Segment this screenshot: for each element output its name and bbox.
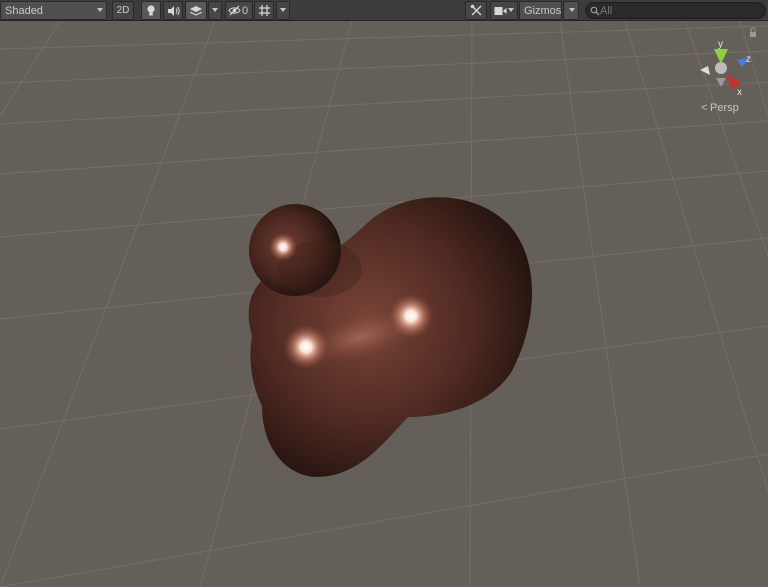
- effects-dropdown-button[interactable]: [208, 1, 222, 20]
- scene-viewport[interactable]: y z x < Persp: [0, 21, 768, 587]
- shading-mode-dropdown[interactable]: Shaded: [0, 1, 107, 20]
- lock-icon[interactable]: [750, 32, 756, 37]
- orientation-gizmo[interactable]: y z x < Persp: [700, 27, 756, 114]
- scene-search-field[interactable]: All: [585, 2, 766, 19]
- 2d-mode-button[interactable]: 2D: [112, 1, 134, 20]
- search-placeholder: All: [600, 4, 613, 17]
- axis-y-cone[interactable]: [714, 49, 728, 64]
- chevron-down-icon: [212, 8, 218, 12]
- light-bulb-icon: [147, 5, 155, 16]
- axis-y-label: y: [718, 39, 723, 50]
- projection-label[interactable]: Persp: [710, 102, 739, 114]
- scene-canvas[interactable]: y z x < Persp: [0, 21, 768, 587]
- effects-layers-icon: [189, 5, 203, 16]
- lighting-toggle-button[interactable]: [141, 1, 161, 20]
- tools-button[interactable]: [465, 1, 487, 20]
- metaball-object[interactable]: [248, 197, 532, 477]
- tools-icon: [470, 4, 481, 16]
- gizmos-dropdown-button[interactable]: [563, 1, 579, 20]
- gizmos-label: Gizmos: [524, 4, 562, 17]
- grid-toggle-button[interactable]: [254, 1, 274, 20]
- shading-mode-label: Shaded: [5, 4, 43, 17]
- axis-neg-y-cone[interactable]: [716, 78, 726, 87]
- chevron-down-icon: [97, 8, 103, 12]
- hidden-count: 0: [242, 4, 249, 17]
- search-icon: [590, 6, 600, 16]
- 2d-mode-label: 2D: [116, 5, 130, 16]
- lock-shackle: [750, 27, 756, 32]
- speaker-icon: [167, 5, 180, 16]
- effects-toggle-button[interactable]: [185, 1, 207, 20]
- chevron-down-icon: [280, 8, 286, 12]
- hidden-eye-icon: [228, 5, 241, 16]
- scene-toolbar: Shaded 2D 0 Gizmos All: [0, 0, 768, 21]
- axis-z-label: z: [746, 54, 751, 65]
- chevron-down-icon: [569, 8, 575, 12]
- camera-icon: [494, 6, 507, 15]
- grid-icon: [258, 5, 270, 16]
- audio-toggle-button[interactable]: [163, 1, 183, 20]
- gizmos-button[interactable]: Gizmos: [519, 1, 562, 20]
- axis-x-label: x: [737, 87, 742, 98]
- chevron-down-icon: [508, 8, 514, 12]
- camera-settings-button[interactable]: [490, 1, 518, 20]
- projection-toggle-icon[interactable]: <: [701, 102, 707, 114]
- scene-visibility-button[interactable]: 0: [225, 1, 253, 20]
- grid-dropdown-button[interactable]: [276, 1, 290, 20]
